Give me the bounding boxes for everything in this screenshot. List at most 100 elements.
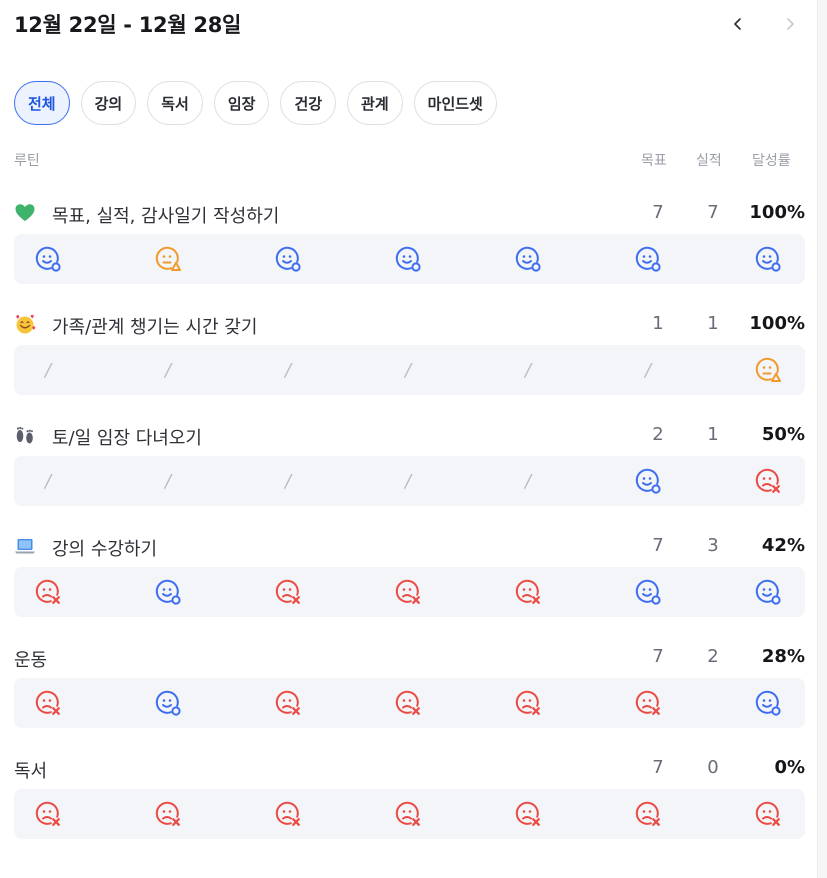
routine-row[interactable]: 독서 7 0 0% <box>14 755 805 839</box>
smiling-face-with-hearts-icon <box>16 314 36 334</box>
routine-name: 운동 <box>14 650 48 671</box>
day-status-success[interactable] <box>512 243 544 275</box>
tab-site-visit[interactable]: 임장 <box>213 81 270 125</box>
scrollbar[interactable] <box>817 0 827 878</box>
routine-column-label: 루틴 <box>14 153 40 169</box>
chevron-right-icon <box>787 18 794 30</box>
day-status-success[interactable] <box>152 576 184 608</box>
routine-header: 독서 7 0 0% <box>14 755 805 782</box>
day-status-partial[interactable] <box>752 354 784 386</box>
achievement-rate: 50% <box>761 424 805 445</box>
goal-count: 2 <box>652 424 664 445</box>
success-face-icon <box>35 246 61 272</box>
day-status-fail[interactable] <box>32 687 64 719</box>
goal-count: 1 <box>652 313 664 334</box>
day-status-success[interactable] <box>632 465 664 497</box>
day-status-success[interactable] <box>32 243 64 275</box>
day-status-fail[interactable] <box>752 798 784 830</box>
routine-header: 목표, 실적, 감사일기 작성하기 7 7 100% <box>14 200 805 227</box>
day-status-fail[interactable] <box>752 465 784 497</box>
day-status-fail[interactable] <box>512 798 544 830</box>
day-status-success[interactable] <box>152 687 184 719</box>
day-status-fail[interactable] <box>392 798 424 830</box>
day-status-fail[interactable] <box>512 687 544 719</box>
actual-count: 3 <box>707 535 719 556</box>
day-status-success[interactable] <box>752 243 784 275</box>
day-status-fail[interactable] <box>512 576 544 608</box>
tab-mindset[interactable]: 마인드셋 <box>413 81 497 125</box>
day-status-fail[interactable] <box>152 798 184 830</box>
routine-name: 강의 수강하기 <box>52 539 158 560</box>
success-face-icon <box>155 579 181 605</box>
week-header: 12월 22일 - 12월 28일 <box>14 0 810 50</box>
tab-all[interactable]: 전체 <box>14 81 70 125</box>
day-status-fail[interactable] <box>632 798 664 830</box>
tab-reading[interactable]: 독서 <box>147 81 203 125</box>
routine-header: 가족/관계 챙기는 시간 갖기 1 1 100% <box>14 311 805 338</box>
routine-row[interactable]: 토/일 임장 다녀오기 2 1 50% / / / / / <box>14 422 805 506</box>
day-status-success[interactable] <box>392 243 424 275</box>
empty-day-slash: / <box>284 470 292 492</box>
achievement-rate: 0% <box>774 757 805 778</box>
empty-day-slash: / <box>404 470 412 492</box>
day-status-fail[interactable] <box>272 687 304 719</box>
previous-week-button[interactable] <box>724 10 752 38</box>
day-empty: / <box>512 465 544 497</box>
day-status-fail[interactable] <box>392 576 424 608</box>
day-empty: / <box>272 354 304 386</box>
actual-count: 7 <box>707 202 719 223</box>
routine-row[interactable]: 강의 수강하기 7 3 42% <box>14 533 805 617</box>
fail-face-icon <box>515 579 540 604</box>
day-status-success[interactable] <box>752 576 784 608</box>
routine-header: 운동 7 2 28% <box>14 644 805 671</box>
day-status-success[interactable] <box>752 687 784 719</box>
success-face-icon <box>635 468 661 494</box>
goal-count: 7 <box>652 202 664 223</box>
day-status-fail[interactable] <box>272 576 304 608</box>
day-status-partial[interactable] <box>152 243 184 275</box>
routine-name: 토/일 임장 다녀오기 <box>52 428 202 449</box>
day-status-fail[interactable] <box>632 687 664 719</box>
success-face-icon <box>755 579 781 605</box>
week-day-tracker: / / / / / / <box>14 345 805 395</box>
actual-column-label: 실적 <box>696 153 722 169</box>
routine-name: 가족/관계 챙기는 시간 갖기 <box>52 317 258 338</box>
day-empty: / <box>392 354 424 386</box>
partial-face-icon <box>755 357 781 382</box>
day-empty: / <box>152 354 184 386</box>
next-week-button[interactable] <box>776 10 804 38</box>
routine-row[interactable]: 운동 7 2 28% <box>14 644 805 728</box>
green-heart-icon <box>15 204 35 221</box>
routine-header: 토/일 임장 다녀오기 2 1 50% <box>14 422 805 449</box>
fail-face-icon <box>275 801 300 826</box>
achievement-rate: 100% <box>749 313 805 334</box>
fail-face-icon <box>395 801 420 826</box>
success-face-icon <box>755 690 781 716</box>
day-status-fail[interactable] <box>272 798 304 830</box>
tab-health[interactable]: 건강 <box>280 81 337 125</box>
goal-count: 7 <box>652 646 664 667</box>
tab-relationship[interactable]: 관계 <box>347 81 403 125</box>
fail-face-icon <box>515 801 540 826</box>
fail-face-icon <box>395 579 420 604</box>
fail-face-icon <box>35 690 60 715</box>
routine-name: 목표, 실적, 감사일기 작성하기 <box>52 206 280 227</box>
day-status-success[interactable] <box>632 243 664 275</box>
empty-day-slash: / <box>44 359 52 381</box>
tab-lecture[interactable]: 강의 <box>80 81 137 125</box>
fail-face-icon <box>635 801 660 826</box>
day-empty: / <box>32 465 64 497</box>
day-status-fail[interactable] <box>32 576 64 608</box>
day-status-success[interactable] <box>632 576 664 608</box>
day-status-success[interactable] <box>272 243 304 275</box>
routine-row[interactable]: 가족/관계 챙기는 시간 갖기 1 1 100% / / / / / / <box>14 311 805 395</box>
success-face-icon <box>635 579 661 605</box>
day-status-fail[interactable] <box>32 798 64 830</box>
day-empty: / <box>392 465 424 497</box>
routine-row[interactable]: 목표, 실적, 감사일기 작성하기 7 7 100% <box>14 200 805 284</box>
fail-face-icon <box>35 801 60 826</box>
day-empty: / <box>512 354 544 386</box>
day-status-fail[interactable] <box>392 687 424 719</box>
goal-count: 7 <box>652 757 664 778</box>
week-day-tracker <box>14 678 805 728</box>
